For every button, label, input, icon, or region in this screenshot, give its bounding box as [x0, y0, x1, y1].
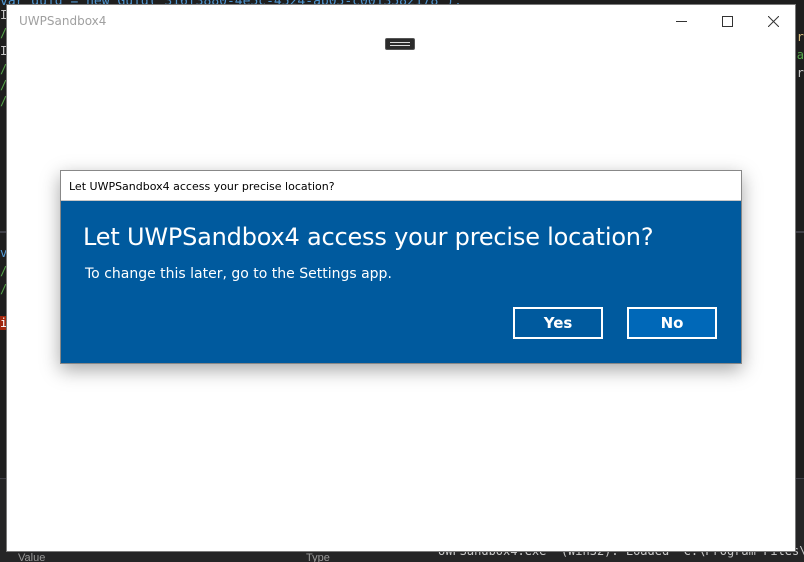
- yes-button[interactable]: Yes: [513, 307, 603, 339]
- dialog-subtext: To change this later, go to the Settings…: [85, 266, 392, 282]
- no-button[interactable]: No: [627, 307, 717, 339]
- dialog-body: Let UWPSandbox4 access your precise loca…: [61, 201, 741, 363]
- maximize-button[interactable]: [704, 5, 750, 37]
- window-title: UWPSandbox4: [19, 14, 107, 28]
- debug-toolbar-handle[interactable]: [385, 38, 415, 50]
- dialog-heading: Let UWPSandbox4 access your precise loca…: [83, 223, 654, 251]
- minimize-button[interactable]: [658, 5, 704, 37]
- window-titlebar[interactable]: UWPSandbox4: [7, 5, 795, 37]
- close-icon: [767, 15, 779, 27]
- minimize-icon: [675, 16, 687, 27]
- close-button[interactable]: [750, 5, 796, 37]
- column-header-type[interactable]: Type: [306, 552, 330, 562]
- dialog-titlebar[interactable]: Let UWPSandbox4 access your precise loca…: [61, 171, 741, 201]
- maximize-icon: [721, 15, 733, 27]
- column-header-value[interactable]: Value: [18, 552, 45, 562]
- location-permission-dialog: Let UWPSandbox4 access your precise loca…: [60, 170, 742, 364]
- dialog-titlebar-text: Let UWPSandbox4 access your precise loca…: [69, 180, 335, 193]
